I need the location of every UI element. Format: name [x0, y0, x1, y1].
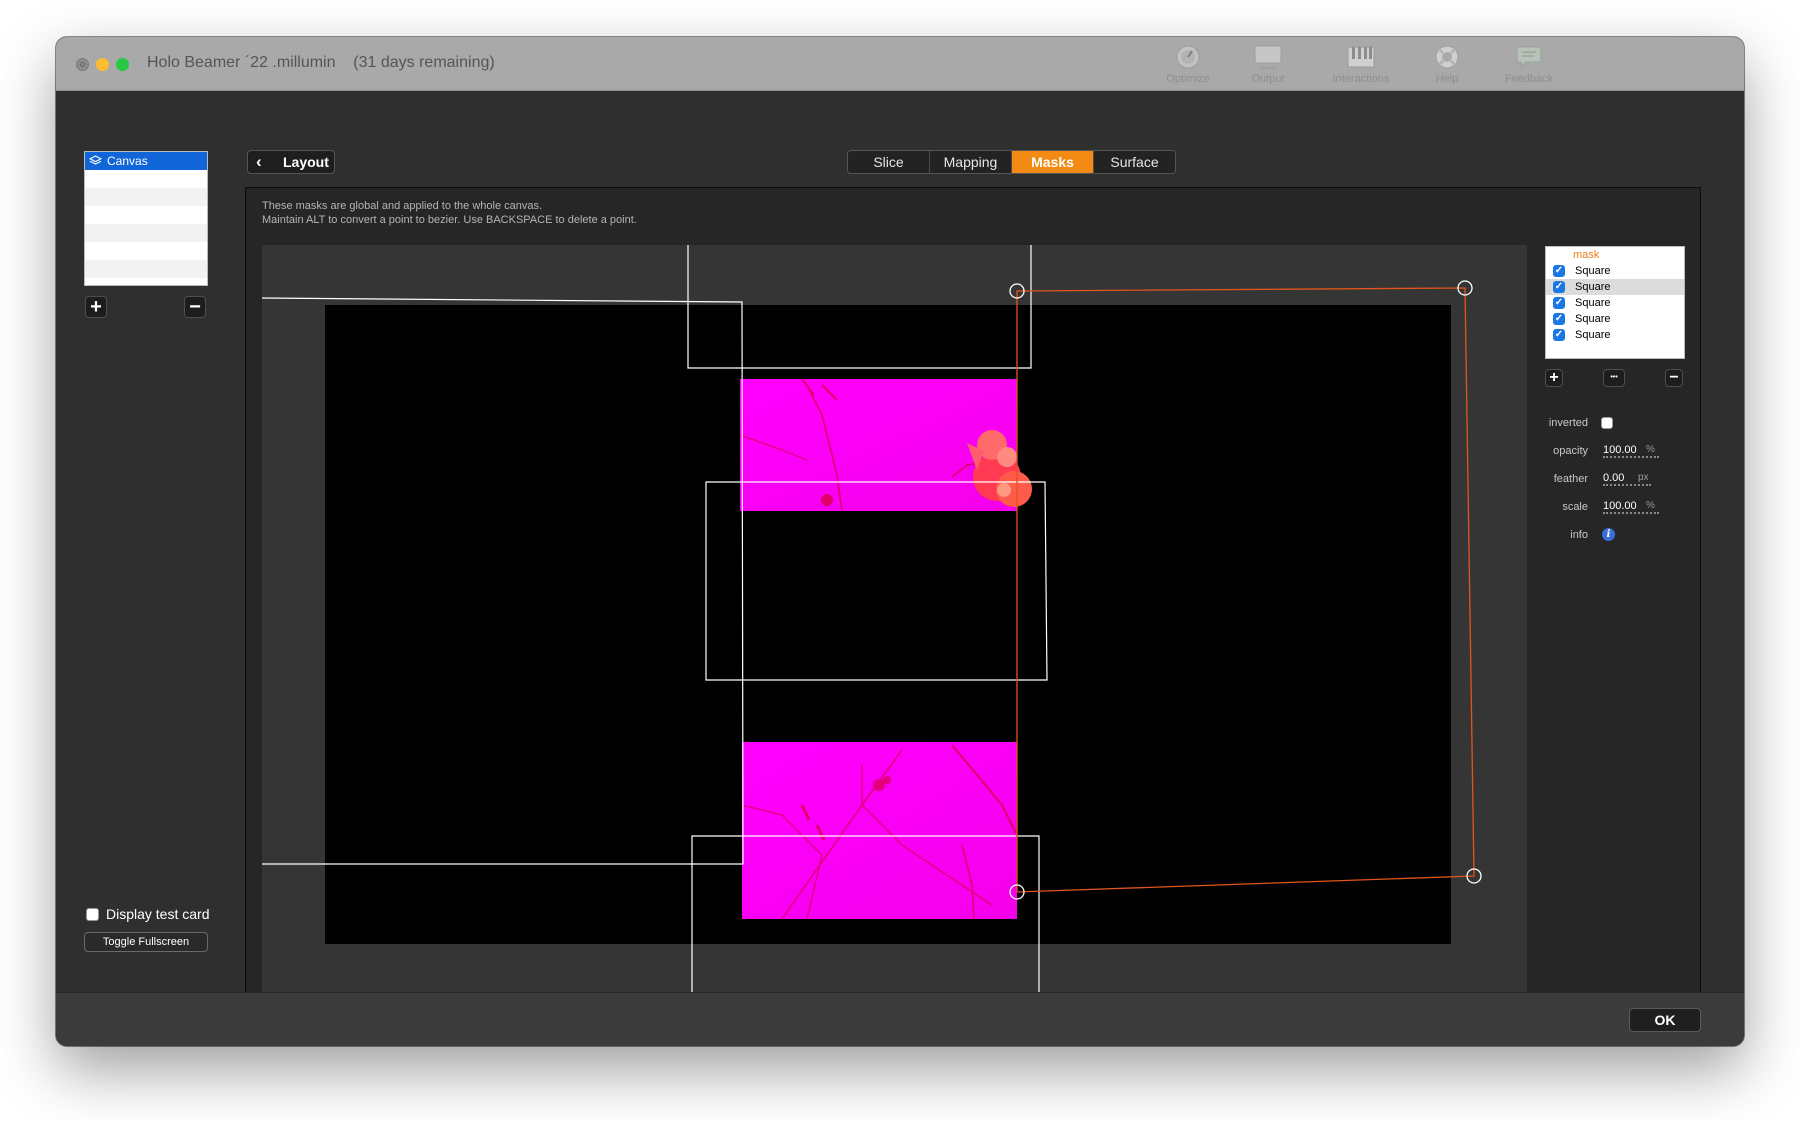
mask-editor-canvas[interactable]: [262, 245, 1527, 1008]
chevron-left-icon: ‹: [256, 152, 262, 171]
content-area: Canvas + − Display test card Toggle Full…: [56, 91, 1744, 1024]
toggle-fullscreen-button[interactable]: Toggle Fullscreen: [84, 932, 208, 952]
mask-item-label: Square: [1575, 265, 1611, 277]
tab-surface[interactable]: Surface: [1094, 151, 1175, 173]
toolbar-optimize-button[interactable]: Optimize: [1158, 43, 1218, 87]
canvas-list-item[interactable]: Canvas: [85, 152, 207, 170]
lifebuoy-icon: [1435, 45, 1459, 69]
ok-button[interactable]: OK: [1629, 1008, 1701, 1032]
title-bar: Holo Beamer ´22 .millumin (31 days remai…: [56, 37, 1744, 91]
canvas-list: Canvas: [84, 151, 208, 286]
app-window: Holo Beamer ´22 .millumin (31 days remai…: [56, 37, 1744, 1046]
monitor-icon: [1254, 45, 1282, 69]
instructions: These masks are global and applied to th…: [262, 199, 637, 227]
opacity-label: opacity: [1553, 445, 1588, 457]
list-empty-row: [85, 224, 207, 242]
toolbar-output-button[interactable]: Output: [1238, 43, 1298, 87]
instructions-line: Maintain ALT to convert a point to bezie…: [262, 214, 637, 226]
info-icon[interactable]: i: [1602, 528, 1615, 541]
mask-enabled-checkbox[interactable]: ✓: [1553, 297, 1565, 309]
content-preview-top: [739, 378, 1032, 512]
inverted-checkbox[interactable]: [1601, 417, 1613, 429]
toolbar-interactions-button[interactable]: Interactions: [1321, 43, 1401, 87]
back-to-layout-button[interactable]: ‹ Layout: [247, 150, 335, 174]
display-test-card-checkbox[interactable]: [86, 907, 99, 921]
list-empty-row: [85, 170, 207, 188]
toolbar-output-label: Output: [1251, 73, 1285, 85]
mask-list: mask ✓ Square ✓ Square ✓ Square ✓ Square: [1545, 246, 1685, 359]
toolbar-feedback-button[interactable]: Feedback: [1499, 43, 1559, 87]
feather-label: feather: [1553, 473, 1588, 485]
mode-tabs: Slice Mapping Masks Surface: [847, 150, 1176, 174]
list-empty-row: [85, 206, 207, 224]
mask-item-label: Square: [1575, 297, 1611, 309]
mask-enabled-checkbox[interactable]: ✓: [1553, 313, 1565, 325]
tab-mapping[interactable]: Mapping: [930, 151, 1012, 173]
toolbar-interactions-label: Interactions: [1332, 73, 1390, 85]
toolbar-feedback-label: Feedback: [1504, 73, 1554, 85]
list-empty-row: [85, 260, 207, 278]
zoom-window-button[interactable]: [116, 58, 129, 71]
minimize-window-button[interactable]: [96, 58, 109, 71]
remove-mask-button[interactable]: −: [1665, 369, 1683, 387]
optimize-icon: [1176, 45, 1200, 69]
mask-options-button[interactable]: •••: [1603, 369, 1625, 387]
add-mask-button[interactable]: +: [1545, 369, 1563, 387]
close-window-button[interactable]: [76, 58, 89, 71]
mask-item-label: Square: [1575, 281, 1611, 293]
mask-list-item[interactable]: ✓ Square: [1546, 311, 1684, 327]
add-canvas-button[interactable]: +: [85, 296, 107, 318]
instructions-line: These masks are global and applied to th…: [262, 200, 543, 212]
mask-list-header: mask: [1573, 249, 1600, 261]
mask-editor-stage[interactable]: [262, 245, 1527, 1008]
mask-list-item[interactable]: ✓ Square: [1546, 295, 1684, 311]
mask-item-label: Square: [1575, 329, 1611, 341]
remove-canvas-button[interactable]: −: [184, 296, 206, 318]
scale-unit: %: [1646, 500, 1655, 511]
toolbar-help-label: Help: [1435, 73, 1459, 85]
toolbar-optimize-label: Optimize: [1166, 73, 1210, 85]
speech-bubble-icon: [1516, 46, 1542, 69]
display-test-card-label: Display test card: [106, 906, 210, 922]
piano-icon: [1347, 46, 1375, 68]
bottom-bar: OK: [56, 992, 1744, 1046]
list-empty-row: [85, 188, 207, 206]
mask-list-item[interactable]: ✓ Square: [1546, 279, 1684, 295]
mask-enabled-checkbox[interactable]: ✓: [1553, 329, 1565, 341]
mask-item-label: Square: [1575, 313, 1611, 325]
list-empty-row: [85, 242, 207, 260]
toolbar-help-button[interactable]: Help: [1422, 43, 1472, 87]
mask-enabled-checkbox[interactable]: ✓: [1553, 281, 1565, 293]
layers-icon: [89, 155, 102, 165]
masks-panel: These masks are global and applied to th…: [245, 187, 1701, 1024]
mask-list-item[interactable]: ✓ Square: [1546, 327, 1684, 343]
content-preview-bottom: [741, 742, 1018, 920]
info-label: info: [1570, 529, 1588, 541]
tab-masks[interactable]: Masks: [1012, 151, 1094, 173]
display-test-card-toggle[interactable]: Display test card: [86, 906, 209, 922]
feather-unit: px: [1638, 472, 1649, 483]
window-title: Holo Beamer ´22 .millumin (31 days remai…: [147, 54, 495, 71]
back-button-label: Layout: [283, 154, 329, 170]
canvas-item-label: Canvas: [107, 154, 148, 168]
tab-slice[interactable]: Slice: [848, 151, 930, 173]
scale-label: scale: [1562, 501, 1588, 513]
mask-list-item[interactable]: ✓ Square: [1546, 263, 1684, 279]
mask-enabled-checkbox[interactable]: ✓: [1553, 265, 1565, 277]
inverted-label: inverted: [1548, 417, 1588, 429]
opacity-unit: %: [1646, 444, 1655, 455]
